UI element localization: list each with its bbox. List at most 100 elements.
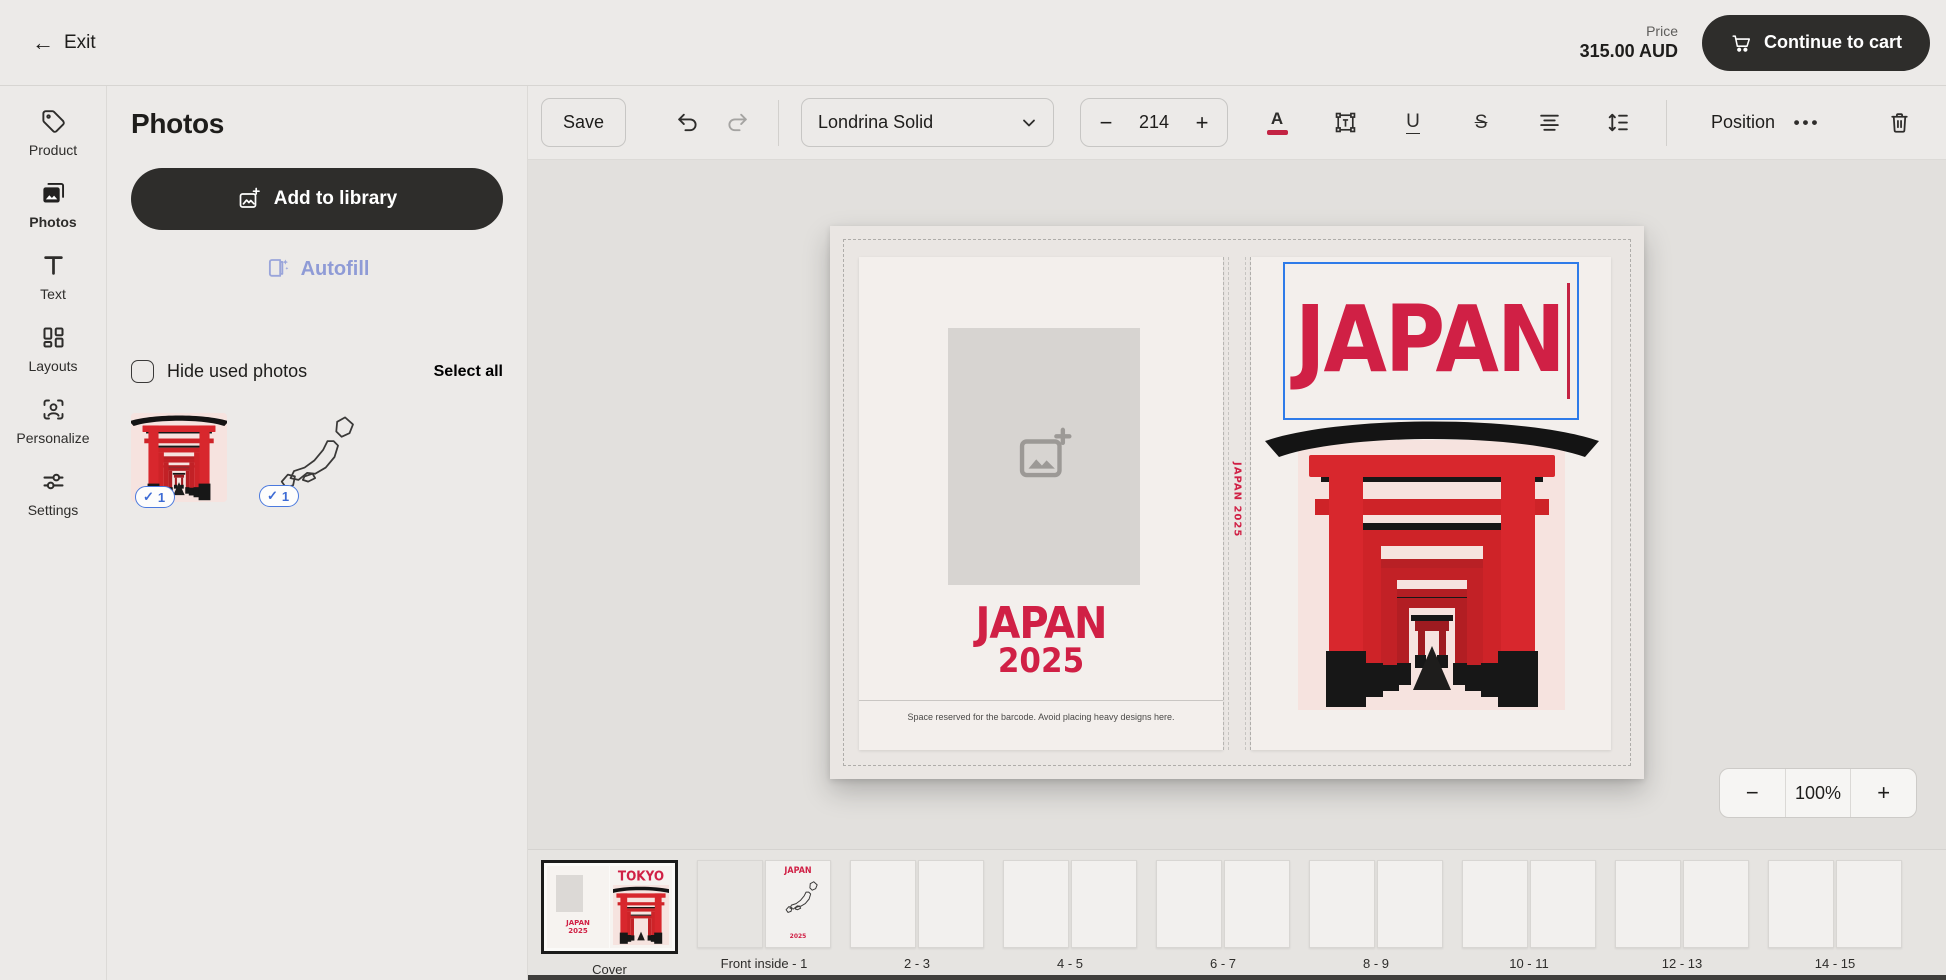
used-count: 1: [158, 490, 165, 505]
delete-button[interactable]: [1880, 104, 1918, 142]
page-thumb: [1156, 860, 1222, 948]
mini-front-title: TOKYO: [610, 868, 672, 883]
spine[interactable]: JAPAN 2025: [1223, 257, 1251, 750]
filmstrip-item-cover[interactable]: JAPAN 2025 TOKYO: [541, 860, 678, 980]
strikethrough-button[interactable]: S: [1462, 104, 1500, 142]
cover-spread[interactable]: JAPAN 2025 Space reserved for the barcod…: [830, 226, 1644, 779]
back-cover-title[interactable]: JAPAN 2025: [859, 604, 1223, 678]
filmstrip-item-4-5[interactable]: 4 - 5: [1003, 860, 1137, 980]
font-size-stepper: − 214 +: [1080, 98, 1228, 147]
cover-thumb-front: TOKYO: [610, 866, 672, 948]
exit-button[interactable]: ← Exit: [32, 32, 96, 54]
filmstrip-label: 2 - 3: [904, 956, 930, 971]
underline-icon: U: [1406, 111, 1420, 134]
cart-icon: [1730, 32, 1752, 54]
sidebar-item-layouts[interactable]: Layouts: [0, 324, 106, 374]
hide-used-photos-toggle[interactable]: Hide used photos: [131, 360, 307, 383]
text-toolbar: Save Londrina Solid: [528, 86, 1946, 160]
font-family-select[interactable]: Londrina Solid: [801, 98, 1054, 147]
filmstrip-item-front-inside-1[interactable]: JAPAN: [697, 860, 831, 980]
sidebar-item-label: Layouts: [28, 358, 77, 374]
page-thumb: [1462, 860, 1528, 948]
page-thumb: [1683, 860, 1749, 948]
sidebar-item-product[interactable]: Product: [0, 108, 106, 158]
front-cover-title[interactable]: JAPAN: [1295, 295, 1564, 387]
library-photo-torii[interactable]: ✓ 1: [131, 413, 227, 502]
underline-button[interactable]: U: [1394, 104, 1432, 142]
position-button[interactable]: Position: [1711, 112, 1775, 133]
front-inside-right-page: JAPAN: [765, 860, 831, 948]
page-thumb: [1224, 860, 1290, 948]
sidebar-item-text[interactable]: Text: [0, 252, 106, 302]
undo-icon: [675, 110, 700, 135]
mini-back-title: JAPAN 2025: [547, 919, 609, 935]
filmstrip-item-10-11[interactable]: 10 - 11: [1462, 860, 1596, 980]
select-all-button[interactable]: Select all: [434, 363, 503, 381]
align-center-icon: [1537, 110, 1562, 135]
spine-text[interactable]: JAPAN 2025: [1232, 462, 1243, 537]
used-count: 1: [282, 489, 289, 504]
line-spacing-button[interactable]: [1598, 104, 1636, 142]
sidebar-item-label: Text: [40, 286, 66, 302]
undo-button[interactable]: [668, 104, 706, 142]
filmstrip-item-12-13[interactable]: 12 - 13: [1615, 860, 1749, 980]
check-icon: ✓: [143, 489, 154, 505]
line-spacing-icon: [1605, 110, 1630, 135]
page-thumb: [1003, 860, 1069, 948]
check-icon: ✓: [267, 488, 278, 504]
image-placeholder-dropzone[interactable]: [948, 328, 1140, 585]
sidebar-item-label: Settings: [28, 502, 79, 518]
checkbox-unchecked[interactable]: [131, 360, 154, 383]
redo-button[interactable]: [718, 104, 756, 142]
front-cover-page[interactable]: JAPAN: [1251, 257, 1611, 750]
sidebar-item-photos[interactable]: Photos: [0, 180, 106, 230]
back-cover-title-line2: 2025: [859, 643, 1223, 680]
autofill-label: Autofill: [301, 258, 370, 281]
library-controls-row: Hide used photos Select all: [131, 360, 503, 383]
barcode-note: Space reserved for the barcode. Avoid pl…: [859, 712, 1223, 722]
torii-gates-artwork[interactable]: [1263, 413, 1601, 713]
page-thumb: [1768, 860, 1834, 948]
filmstrip-item-8-9[interactable]: 8 - 9: [1309, 860, 1443, 980]
mini-placeholder: [556, 875, 583, 912]
autofill-sparkle-icon: [265, 256, 291, 282]
page-thumb: [850, 860, 916, 948]
more-options-button[interactable]: •••: [1788, 104, 1826, 142]
sidebar-item-personalize[interactable]: Personalize: [0, 396, 106, 446]
layouts-icon: [40, 324, 67, 351]
text-frame-button[interactable]: [1326, 104, 1364, 142]
design-canvas[interactable]: JAPAN 2025 Space reserved for the barcod…: [528, 160, 1946, 849]
filmstrip-item-6-7[interactable]: 6 - 7: [1156, 860, 1290, 980]
font-size-increase-button[interactable]: +: [1181, 110, 1223, 136]
top-bar: ← Exit Price 315.00 AUD Continue to cart: [0, 0, 1946, 86]
zoom-out-button[interactable]: −: [1720, 769, 1785, 817]
filmstrip-item-14-15[interactable]: 14 - 15: [1768, 860, 1902, 980]
filmstrip-item-2-3[interactable]: 2 - 3: [850, 860, 984, 980]
workspace: Save Londrina Solid: [528, 86, 1946, 980]
photo-used-count-badge: ✓ 1: [259, 485, 299, 507]
text-align-button[interactable]: [1530, 104, 1568, 142]
price-value: 315.00 AUD: [1580, 41, 1678, 62]
autofill-button[interactable]: Autofill: [131, 256, 503, 282]
page-filmstrip: JAPAN 2025 TOKYO: [528, 849, 1946, 980]
save-button[interactable]: Save: [541, 98, 626, 147]
continue-to-cart-label: Continue to cart: [1764, 32, 1902, 53]
library-photo-japan-map[interactable]: ✓ 1: [255, 413, 363, 501]
continue-to-cart-button[interactable]: Continue to cart: [1702, 15, 1930, 71]
back-cover-title-line1: JAPAN: [859, 602, 1223, 645]
trash-icon: [1887, 110, 1912, 135]
selected-text-box[interactable]: JAPAN: [1283, 262, 1579, 420]
personalize-icon: [40, 396, 67, 423]
sidebar-item-settings[interactable]: Settings: [0, 468, 106, 518]
filmstrip-label: 4 - 5: [1057, 956, 1083, 971]
toolbar-divider: [1666, 100, 1667, 146]
page-thumb: [1530, 860, 1596, 948]
add-to-library-button[interactable]: Add to library: [131, 168, 503, 230]
page-thumb: [1836, 860, 1902, 948]
zoom-in-button[interactable]: +: [1850, 769, 1916, 817]
font-size-decrease-button[interactable]: −: [1085, 110, 1127, 136]
text-color-button[interactable]: A: [1258, 104, 1296, 142]
hide-used-photos-label: Hide used photos: [167, 361, 307, 382]
add-image-placeholder-icon: [1013, 426, 1075, 488]
back-cover-page[interactable]: JAPAN 2025 Space reserved for the barcod…: [859, 257, 1223, 750]
